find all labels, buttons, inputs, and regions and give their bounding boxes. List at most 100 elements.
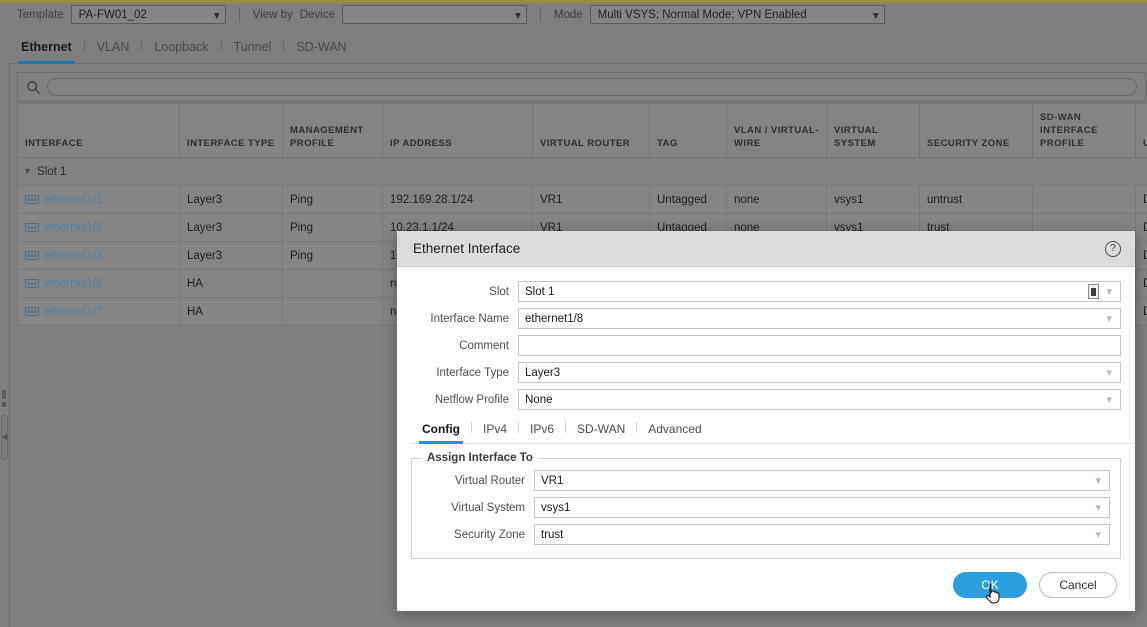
cell-tag: Untagged — [649, 185, 727, 214]
template-select[interactable]: PA-FW01_02 ▾ — [70, 5, 226, 24]
tab-sdwan[interactable]: SD-WAN — [284, 40, 358, 63]
col-interface-type[interactable]: INTERFACE TYPE — [179, 103, 283, 158]
chevron-down-icon[interactable]: ▾ — [1102, 312, 1116, 325]
interface-link[interactable]: ethernet1/2 — [44, 222, 102, 234]
table-row[interactable]: ethernet1/1 Layer3 Ping 192.169.28.1/24 … — [17, 185, 1147, 214]
scrollbar-marker[interactable] — [2, 390, 6, 399]
cell-management-profile — [282, 269, 383, 298]
dialog-title: Ethernet Interface — [413, 241, 521, 256]
chevron-down-icon[interactable]: ▾ — [1091, 528, 1105, 541]
tab-ethernet[interactable]: Ethernet — [9, 40, 84, 64]
chevron-left-icon: ◀ — [1, 434, 8, 441]
tab-sdwan[interactable]: SD-WAN — [566, 422, 636, 443]
search-bar[interactable] — [17, 72, 1146, 102]
cell-management-profile — [282, 297, 383, 326]
assign-interface-fieldset: Assign Interface To Virtual Router VR1 ▾… — [411, 452, 1121, 559]
cell-truncated: D — [1135, 297, 1147, 326]
col-interface[interactable]: INTERFACE — [17, 103, 180, 158]
security-zone-select[interactable]: trust ▾ — [534, 524, 1110, 545]
col-truncated[interactable]: U — [1135, 103, 1147, 158]
slot-select[interactable]: Slot 1 ▾ — [518, 281, 1121, 302]
ethernet-port-icon — [25, 279, 39, 288]
interface-type-select[interactable]: Layer3 ▾ — [518, 362, 1121, 383]
interface-type-value: Layer3 — [525, 366, 561, 379]
tab-ipv4[interactable]: IPv4 — [472, 422, 518, 443]
interface-link[interactable]: ethernet1/3 — [44, 250, 102, 262]
cell-interface[interactable]: ethernet1/1 — [17, 185, 180, 214]
cancel-button[interactable]: Cancel — [1039, 572, 1117, 598]
col-virtual-system[interactable]: VIRTUAL SYSTEM — [826, 103, 920, 158]
cell-interface[interactable]: ethernet1/2 — [17, 213, 180, 242]
dialog-tabs: Config IPv4 IPv6 SD-WAN Advanced — [411, 422, 1135, 444]
col-vlan-virtual-wire[interactable]: VLAN / VIRTUAL-WIRE — [726, 103, 827, 158]
cell-truncated: D — [1135, 269, 1147, 298]
interface-name-select[interactable]: ethernet1/8 ▾ — [518, 308, 1121, 329]
cell-interface-type: HA — [179, 269, 283, 298]
device-select[interactable]: ▾ — [341, 5, 527, 24]
mode-select[interactable]: Multi VSYS; Normal Mode; VPN Enabled ▾ — [589, 5, 885, 24]
virtual-router-select[interactable]: VR1 ▾ — [534, 470, 1110, 491]
chevron-down-icon[interactable]: ▾ — [1102, 366, 1116, 379]
tab-advanced[interactable]: Advanced — [637, 422, 712, 443]
field-row-interface-type: Interface Type Layer3 ▾ — [411, 362, 1121, 383]
virtual-router-label: Virtual Router — [454, 474, 525, 487]
dialog-body: Slot Slot 1 ▾ Interface Name ethernet1/8… — [397, 267, 1135, 410]
ethernet-interface-dialog: Ethernet Interface ? Slot Slot 1 ▾ Inter… — [397, 231, 1135, 611]
chevron-down-icon: ▾ — [515, 9, 521, 22]
interface-link[interactable]: ethernet1/6 — [44, 278, 102, 290]
sidebar-collapse-handle[interactable]: ◀ — [1, 415, 8, 460]
toolbar-divider — [238, 7, 240, 22]
field-row-netflow-profile: Netflow Profile None ▾ — [411, 389, 1121, 410]
chevron-down-icon[interactable]: ▾ — [1091, 474, 1105, 487]
col-sdwan-interface-profile[interactable]: SD-WAN INTERFACE PROFILE — [1032, 103, 1136, 158]
help-circle-icon[interactable]: ? — [1105, 240, 1121, 257]
search-input[interactable] — [47, 78, 1137, 96]
ok-button[interactable]: OK — [953, 572, 1027, 598]
group-row-cell[interactable]: ▾ Slot 1 — [17, 157, 1147, 186]
comment-input[interactable] — [518, 335, 1121, 356]
chevron-down-icon[interactable]: ▾ — [1102, 285, 1116, 298]
cell-management-profile: Ping — [282, 185, 383, 214]
cell-virtual-router: VR1 — [532, 185, 650, 214]
interface-link[interactable]: ethernet1/1 — [44, 194, 102, 206]
slot-indicator-icon[interactable] — [1088, 284, 1100, 299]
chevron-down-icon[interactable]: ▾ — [1102, 393, 1116, 406]
col-management-profile[interactable]: MANAGEMENT PROFILE — [282, 103, 383, 158]
col-security-zone[interactable]: SECURITY ZONE — [919, 103, 1033, 158]
device-label: Device — [299, 8, 335, 21]
cell-truncated: D — [1135, 213, 1147, 242]
tab-vlan[interactable]: VLAN — [85, 40, 142, 63]
interface-link[interactable]: ethernet1/7 — [44, 306, 102, 318]
tab-loopback[interactable]: Loopback — [142, 40, 220, 63]
col-virtual-router[interactable]: VIRTUAL ROUTER — [532, 103, 650, 158]
cell-management-profile: Ping — [282, 241, 383, 270]
field-row-virtual-system: Virtual System vsys1 ▾ — [412, 497, 1110, 518]
tab-ipv6[interactable]: IPv6 — [519, 422, 565, 443]
cell-interface[interactable]: ethernet1/6 — [17, 269, 180, 298]
cell-interface[interactable]: ethernet1/3 — [17, 241, 180, 270]
security-zone-label: Security Zone — [454, 528, 525, 541]
netflow-profile-select[interactable]: None ▾ — [518, 389, 1121, 410]
tab-tunnel[interactable]: Tunnel — [222, 40, 284, 63]
cell-virtual-system: vsys1 — [826, 185, 920, 214]
ethernet-port-icon — [25, 223, 39, 232]
ethernet-port-icon — [25, 251, 39, 260]
chevron-down-icon: ▾ — [872, 9, 879, 22]
netflow-profile-value: None — [525, 393, 553, 406]
col-tag[interactable]: TAG — [649, 103, 727, 158]
chevron-down-icon[interactable]: ▾ — [25, 166, 30, 177]
cell-management-profile: Ping — [282, 213, 383, 242]
field-row-security-zone: Security Zone trust ▾ — [412, 524, 1110, 545]
context-toolbar: Template PA-FW01_02 ▾ View by Device ▾ M… — [0, 3, 1147, 26]
cell-interface[interactable]: ethernet1/7 — [17, 297, 180, 326]
interface-type-label: Interface Type — [436, 366, 509, 379]
col-ip-address[interactable]: IP ADDRESS — [382, 103, 533, 158]
scrollbar-marker[interactable] — [2, 402, 6, 407]
mode-label: Mode — [553, 8, 583, 21]
table-group-row[interactable]: ▾ Slot 1 — [17, 157, 1147, 186]
cell-truncated: D — [1135, 185, 1147, 214]
tab-config[interactable]: Config — [411, 422, 471, 444]
chevron-down-icon[interactable]: ▾ — [1091, 501, 1105, 514]
virtual-system-select[interactable]: vsys1 ▾ — [534, 497, 1110, 518]
template-label: Template — [17, 8, 64, 21]
